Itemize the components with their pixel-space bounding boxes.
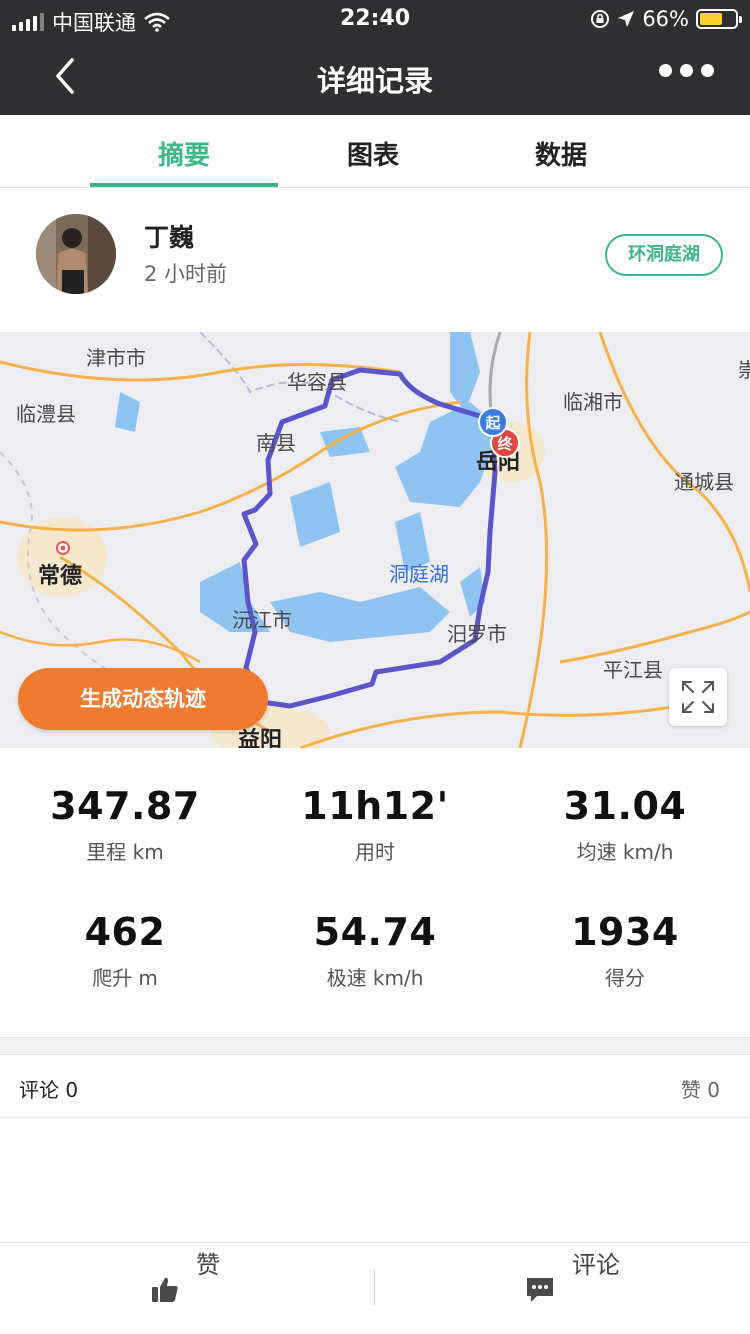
comment-button[interactable]: 评论 <box>375 1243 750 1334</box>
stat-avg-speed: 31.04 均速 km/h <box>500 784 750 865</box>
tab-data[interactable]: 数据 <box>467 135 655 172</box>
bottom-action-bar: 赞 评论 <box>0 1242 750 1334</box>
stat-label: 用时 <box>355 840 395 864</box>
map-label-jinshi: 津市市 <box>86 346 146 370</box>
battery-icon <box>696 9 742 29</box>
stat-value: 54.74 <box>313 910 437 954</box>
more-dots-icon <box>659 64 672 77</box>
expand-map-button[interactable] <box>669 668 727 726</box>
location-arrow-icon <box>618 11 635 27</box>
expand-icon <box>682 681 714 713</box>
map-label-huarong: 华容县 <box>287 370 347 394</box>
stats-grid: 347.87 里程 km 11h12' 用时 31.04 均速 km/h 462… <box>0 780 750 1030</box>
map-label-edge: 崇 <box>738 358 750 382</box>
stat-label: 爬升 m <box>92 966 158 990</box>
map-label-dongtinghu: 洞庭湖 <box>389 562 449 586</box>
like-label: 赞 <box>196 1251 220 1279</box>
user-name: 丁巍 <box>144 223 195 252</box>
tab-bar: 摘要 图表 数据 <box>0 115 750 188</box>
more-button[interactable] <box>659 64 714 77</box>
stat-label: 里程 km <box>86 840 164 864</box>
map-label-yuanjiang: 沅江市 <box>232 608 292 632</box>
route-map[interactable]: 津市市 临澧县 华容县 南县 常德 沅江市 洞庭湖 临湘市 岳阳 通城县 汨罗市… <box>0 332 750 748</box>
page-title: 详细记录 <box>316 64 433 98</box>
tab-charts[interactable]: 图表 <box>279 135 467 172</box>
map-label-lixian: 临澧县 <box>16 402 76 426</box>
comment-count[interactable]: 评论 0 <box>19 1074 78 1103</box>
comment-icon <box>527 1278 553 1302</box>
stat-distance: 347.87 里程 km <box>0 784 250 865</box>
social-summary: 评论 0 赞 0 <box>0 1056 750 1118</box>
like-count[interactable]: 赞 0 <box>681 1074 720 1103</box>
map-label-miluo: 汨罗市 <box>447 622 507 646</box>
map-label-tongcheng: 通城县 <box>674 470 734 494</box>
battery-percent: 66% <box>642 7 689 31</box>
stat-label: 得分 <box>605 966 645 990</box>
tab-active-indicator <box>90 183 278 187</box>
tab-summary[interactable]: 摘要 <box>90 135 278 172</box>
rotation-lock-icon <box>591 10 610 28</box>
stat-label: 极速 km/h <box>326 966 424 990</box>
stat-value: 462 <box>84 910 166 954</box>
stat-label: 均速 km/h <box>576 840 674 864</box>
status-bar: 中国联通 22:40 66% <box>0 0 750 40</box>
nav-bar: 详细记录 <box>0 40 750 115</box>
generate-track-button[interactable]: 生成动态轨迹 <box>18 668 268 730</box>
stat-max-speed: 54.74 极速 km/h <box>250 910 500 991</box>
stat-value: 11h12' <box>301 784 449 828</box>
map-label-pingjiang: 平江县 <box>603 658 663 682</box>
map-label-nanxian: 南县 <box>256 431 296 455</box>
comment-label: 评论 <box>572 1251 620 1279</box>
map-label-changde: 常德 <box>38 564 83 589</box>
stat-score: 1934 得分 <box>500 910 750 991</box>
stat-duration: 11h12' 用时 <box>250 784 500 865</box>
stat-value: 1934 <box>571 910 679 954</box>
avatar[interactable] <box>36 214 116 294</box>
city-dot-icon <box>56 541 70 555</box>
like-button[interactable]: 赞 <box>0 1243 375 1334</box>
stat-value: 347.87 <box>50 784 200 828</box>
section-divider <box>0 1037 750 1055</box>
route-badge[interactable]: 环洞庭湖 <box>605 234 723 276</box>
stat-climb: 462 爬升 m <box>0 910 250 991</box>
thumbs-up-icon <box>152 1277 178 1302</box>
time-ago: 2 小时前 <box>144 262 228 286</box>
start-marker[interactable]: 起 <box>478 407 508 437</box>
top-bar: 中国联通 22:40 66% 详细记录 <box>0 0 750 115</box>
map-label-linxiang: 临湘市 <box>563 390 623 414</box>
stat-value: 31.04 <box>563 784 687 828</box>
